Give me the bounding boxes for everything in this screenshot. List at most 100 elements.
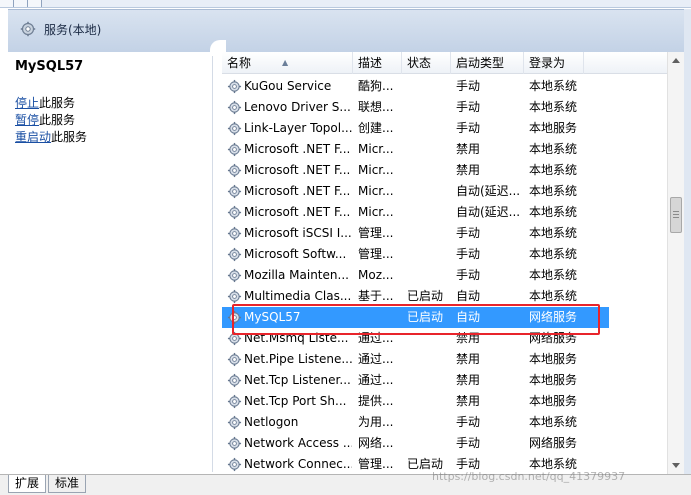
- service-description-cell: 通过...: [358, 373, 394, 387]
- service-log-on-as-cell: 本地系统: [529, 247, 578, 261]
- table-row[interactable]: KuGou Service 酷狗... 手动 本地系统: [222, 76, 667, 97]
- service-startup-type-cell: 手动: [456, 268, 481, 282]
- table-row[interactable]: Lenovo Driver S... 联想... 手动 本地系统: [222, 97, 667, 118]
- service-name-cell: Link-Layer Topol...: [244, 121, 352, 135]
- service-log-on-as-cell: 本地服务: [529, 394, 578, 408]
- scrollbar-thumb[interactable]: [670, 197, 682, 233]
- gear-icon: [20, 21, 36, 37]
- service-gear-icon: [227, 205, 243, 220]
- service-description-cell: Micr...: [358, 163, 394, 177]
- service-name-cell: Net.Pipe Listene...: [244, 352, 352, 366]
- service-status-cell: [407, 160, 453, 181]
- scroll-up-arrow-icon[interactable]: [672, 58, 680, 63]
- service-name-cell: Netlogon: [244, 415, 299, 429]
- restart-link[interactable]: 重启动: [15, 130, 51, 144]
- service-name-cell: KuGou Service: [244, 79, 332, 93]
- stop-service-action: 停止此服务: [15, 95, 87, 112]
- table-row[interactable]: Network Access ... 网络... 手动 网络服务: [222, 433, 667, 454]
- stop-link[interactable]: 停止: [15, 96, 39, 110]
- service-status-cell: [407, 202, 453, 223]
- service-log-on-as-cell: 本地系统: [529, 100, 578, 114]
- service-description-cell: 通过...: [358, 352, 394, 366]
- service-name-cell: Net.Tcp Listener...: [244, 373, 351, 387]
- service-gear-icon: [227, 352, 243, 367]
- service-name-cell: Microsoft .NET F...: [244, 184, 351, 198]
- service-startup-type-cell: 手动: [456, 415, 481, 429]
- service-status-cell: [407, 76, 453, 97]
- window-right-border: [684, 9, 691, 495]
- restart-service-action: 重启动此服务: [15, 129, 87, 146]
- service-description-cell: 酷狗...: [358, 79, 394, 93]
- table-row[interactable]: Microsoft .NET F... Micr... 自动(延迟... 本地系统: [222, 181, 667, 202]
- service-description-cell: 管理...: [358, 457, 394, 471]
- table-row[interactable]: Mozilla Mainten... Moz... 手动 本地系统: [222, 265, 667, 286]
- service-description-cell: Micr...: [358, 142, 394, 156]
- column-header-status[interactable]: 状态: [402, 52, 451, 74]
- pause-link-suffix: 此服务: [39, 113, 76, 127]
- service-name-cell: Net.Tcp Port Sh...: [244, 394, 347, 408]
- table-row[interactable]: Microsoft .NET F... Micr... 自动(延迟... 本地系统: [222, 202, 667, 223]
- service-log-on-as-cell: 本地系统: [529, 205, 578, 219]
- table-row[interactable]: Microsoft .NET F... Micr... 禁用 本地系统: [222, 160, 667, 181]
- service-log-on-as-cell: 本地系统: [529, 163, 578, 177]
- service-description-cell: 管理...: [358, 226, 394, 240]
- services-table: 名称 ▲ 描述 状态 启动类型 登录为 KuGou Service 酷狗... 手动…: [222, 52, 667, 474]
- service-name-cell: Network Connec...: [244, 457, 352, 471]
- column-header-name[interactable]: 名称 ▲: [222, 52, 353, 74]
- table-row[interactable]: Microsoft Softw... 管理... 手动 本地系统: [222, 244, 667, 265]
- service-description-cell: 创建...: [358, 121, 394, 135]
- service-startup-type-cell: 手动: [456, 79, 481, 93]
- service-log-on-as-cell: 本地服务: [529, 352, 578, 366]
- service-startup-type-cell: 自动(延迟...: [456, 205, 521, 219]
- column-header-log-on-as[interactable]: 登录为: [524, 52, 584, 74]
- service-name-cell: Microsoft .NET F...: [244, 163, 351, 177]
- table-row[interactable]: Net.Tcp Listener... 通过... 禁用 本地服务: [222, 370, 667, 391]
- table-row[interactable]: Microsoft .NET F... Micr... 禁用 本地系统: [222, 139, 667, 160]
- service-rows: KuGou Service 酷狗... 手动 本地系统 Lenovo Driver S.…: [222, 76, 667, 474]
- service-detail-pane: MySQL57 停止此服务 暂停此服务 重启动此服务: [8, 52, 213, 472]
- service-gear-icon: [227, 394, 243, 409]
- service-description-cell: 管理...: [358, 247, 394, 261]
- service-gear-icon: [227, 268, 243, 283]
- service-name-cell: Microsoft .NET F...: [244, 142, 351, 156]
- service-description-cell: Micr...: [358, 184, 394, 198]
- service-description-cell: 提供...: [358, 394, 394, 408]
- service-description-cell: 网络...: [358, 436, 394, 450]
- pause-link[interactable]: 暂停: [15, 113, 39, 127]
- column-header-row: 名称 ▲ 描述 状态 启动类型 登录为: [222, 52, 667, 74]
- column-header-startup-type[interactable]: 启动类型: [451, 52, 524, 74]
- service-description-cell: Moz...: [358, 268, 394, 282]
- service-startup-type-cell: 禁用: [456, 373, 481, 387]
- service-startup-type-cell: 手动: [456, 100, 481, 114]
- table-row[interactable]: Netlogon 为用... 手动 本地系统: [222, 412, 667, 433]
- service-name-cell: Microsoft .NET F...: [244, 205, 351, 219]
- column-header-description[interactable]: 描述: [353, 52, 402, 74]
- tab-extended[interactable]: 扩展: [8, 475, 47, 493]
- services-header: 服务(本地): [8, 9, 691, 52]
- restart-link-suffix: 此服务: [51, 130, 88, 144]
- service-status-cell: [407, 181, 453, 202]
- table-row[interactable]: Net.Pipe Listene... 通过... 禁用 本地服务: [222, 349, 667, 370]
- service-gear-icon: [227, 415, 243, 430]
- service-name-cell: Mozilla Mainten...: [244, 268, 349, 282]
- service-log-on-as-cell: 本地系统: [529, 184, 578, 198]
- service-gear-icon: [227, 184, 243, 199]
- service-gear-icon: [227, 100, 243, 115]
- table-row[interactable]: Link-Layer Topol... 创建... 手动 本地服务: [222, 118, 667, 139]
- service-description-cell: Micr...: [358, 205, 394, 219]
- stop-link-suffix: 此服务: [39, 96, 76, 110]
- service-startup-type-cell: 禁用: [456, 163, 481, 177]
- top-toolbar-strip: [0, 0, 691, 8]
- tab-standard[interactable]: 标准: [48, 475, 87, 493]
- table-row[interactable]: Microsoft iSCSI I... 管理... 手动 本地系统: [222, 223, 667, 244]
- service-startup-type-cell: 手动: [456, 121, 481, 135]
- service-gear-icon: [227, 163, 243, 178]
- service-name-cell: Microsoft Softw...: [244, 247, 347, 261]
- vertical-scrollbar[interactable]: [667, 52, 684, 474]
- service-log-on-as-cell: 本地系统: [529, 268, 578, 282]
- service-log-on-as-cell: 本地服务: [529, 373, 578, 387]
- table-row[interactable]: Net.Tcp Port Sh... 提供... 禁用 本地服务: [222, 391, 667, 412]
- scroll-down-arrow-icon[interactable]: [672, 463, 680, 468]
- service-status-cell: [407, 97, 453, 118]
- service-description-cell: 联想...: [358, 100, 394, 114]
